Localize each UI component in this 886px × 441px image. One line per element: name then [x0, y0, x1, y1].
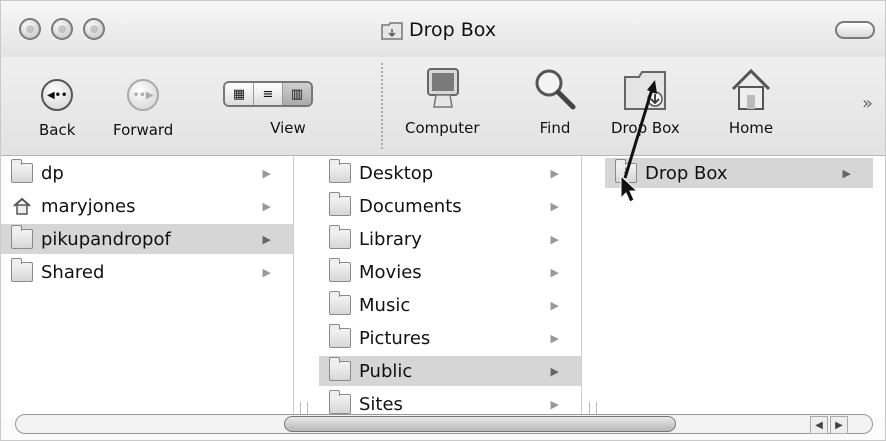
close-button[interactable]: [19, 18, 41, 40]
find-label: Find: [539, 119, 571, 137]
folder-icon: [329, 258, 351, 282]
disclosure-arrow-icon: ▶: [550, 298, 559, 312]
view-segmented-control[interactable]: ▦ ≡ ▥: [223, 81, 313, 107]
folder-icon: [329, 291, 351, 315]
toolbar-toggle-button[interactable]: [835, 21, 875, 39]
home-icon: [13, 197, 31, 215]
disclosure-arrow-icon: ▶: [842, 166, 851, 180]
find-button[interactable]: Find: [531, 57, 579, 137]
magnifier-icon: [535, 69, 576, 110]
back-label: Back: [39, 121, 76, 139]
computer-label: Computer: [405, 119, 480, 137]
finder-window: Drop Box ◀•• Back ••▶ Forward ▦ ≡ ▥ View: [0, 0, 886, 441]
disclosure-arrow-icon: ▶: [262, 232, 271, 246]
list-item[interactable]: pikupandropof ▶: [1, 224, 293, 254]
drag-arrow-annotation: [620, 80, 657, 203]
view-label: View: [270, 119, 306, 137]
column-resize-handle[interactable]: [589, 402, 597, 414]
list-view-icon[interactable]: ≡: [254, 83, 283, 105]
disclosure-arrow-icon: ▶: [262, 265, 271, 279]
column-resize-handle[interactable]: [300, 402, 308, 414]
home-button[interactable]: Home: [727, 57, 775, 137]
disclosure-arrow-icon: ▶: [550, 364, 559, 378]
folder-icon: [329, 324, 351, 348]
zoom-button[interactable]: [83, 18, 105, 40]
folder-icon: [329, 159, 351, 183]
list-item-label: Shared: [41, 261, 105, 283]
column-2[interactable]: Desktop ▶ Documents ▶ Library ▶ Movies ▶ Music ▶ P…: [319, 156, 582, 418]
back-arrow-icon: ◀••: [41, 79, 74, 111]
disclosure-arrow-icon: ▶: [550, 397, 559, 411]
list-item-label: Sites: [359, 393, 403, 415]
scroll-arrows: ◀ ▶: [810, 416, 848, 434]
folder-icon: [329, 390, 351, 414]
list-item-label: pikupandropof: [41, 228, 171, 250]
folder-icon: [329, 225, 351, 249]
list-item[interactable]: Movies ▶: [319, 257, 581, 287]
column-view-icon[interactable]: ▥: [283, 83, 311, 105]
list-item[interactable]: Music ▶: [319, 290, 581, 320]
computer-button[interactable]: Computer: [405, 57, 480, 137]
home-icon: [731, 68, 771, 110]
disclosure-arrow-icon: ▶: [550, 232, 559, 246]
folder-icon: [11, 159, 33, 183]
folder-icon: [329, 192, 351, 216]
list-item[interactable]: Library ▶: [319, 224, 581, 254]
list-item[interactable]: Documents ▶: [319, 191, 581, 221]
scroll-right-arrow-icon[interactable]: ▶: [830, 416, 848, 434]
list-item[interactable]: Shared ▶: [1, 257, 293, 287]
column-browser: dp ▶ maryjones ▶ pikupandropof ▶ Shared ▶ Deskt…: [1, 80, 885, 418]
icon-view-icon[interactable]: ▦: [225, 83, 254, 105]
window-title: Drop Box: [381, 19, 496, 41]
computer-icon: [427, 68, 460, 108]
folder-icon: [11, 225, 33, 249]
toolbar-separator: [381, 63, 383, 149]
toolbar: ◀•• Back ••▶ Forward ▦ ≡ ▥ View Computer: [1, 57, 885, 156]
mouse-cursor-icon: [620, 174, 639, 203]
scrollbar-thumb[interactable]: [284, 416, 676, 432]
list-item-label: Library: [359, 228, 422, 250]
list-item[interactable]: Desktop ▶: [319, 158, 581, 188]
list-item-label: Music: [359, 294, 411, 316]
disclosure-arrow-icon: ▶: [262, 166, 271, 180]
list-item[interactable]: Pictures ▶: [319, 323, 581, 353]
forward-button[interactable]: ••▶ Forward: [113, 57, 173, 139]
folder-icon: [11, 258, 33, 282]
list-item-label: Desktop: [359, 162, 434, 184]
column-1[interactable]: dp ▶ maryjones ▶ pikupandropof ▶ Shared ▶: [1, 156, 294, 418]
forward-label: Forward: [113, 121, 174, 139]
toolbar-overflow-chevron-icon[interactable]: »: [862, 93, 873, 114]
list-item[interactable]: dp ▶: [1, 158, 293, 188]
window-title-text: Drop Box: [409, 19, 497, 41]
title-bar[interactable]: Drop Box: [1, 1, 885, 57]
horizontal-scrollbar[interactable]: ◀ ▶: [15, 414, 873, 434]
list-item-label: Pictures: [359, 327, 431, 349]
forward-arrow-icon: ••▶: [127, 79, 160, 111]
disclosure-arrow-icon: ▶: [550, 199, 559, 213]
minimize-button[interactable]: [51, 18, 73, 40]
scroll-left-arrow-icon[interactable]: ◀: [810, 416, 828, 434]
list-item-label: Documents: [359, 195, 462, 217]
list-item-label: Public: [359, 360, 413, 382]
disclosure-arrow-icon: ▶: [550, 265, 559, 279]
list-item-label: maryjones: [41, 195, 136, 217]
disclosure-arrow-icon: ▶: [550, 331, 559, 345]
dropbox-folder-icon: [381, 22, 403, 40]
list-item[interactable]: Public ▶: [319, 356, 581, 386]
list-item-label: Movies: [359, 261, 422, 283]
back-button[interactable]: ◀•• Back: [39, 57, 75, 139]
view-control[interactable]: ▦ ≡ ▥ View: [223, 57, 313, 137]
folder-icon: [329, 357, 351, 381]
disclosure-arrow-icon: ▶: [550, 166, 559, 180]
disclosure-arrow-icon: ▶: [262, 199, 271, 213]
home-label: Home: [728, 119, 774, 137]
list-item[interactable]: maryjones ▶: [1, 191, 293, 221]
list-item-label: dp: [41, 162, 64, 184]
